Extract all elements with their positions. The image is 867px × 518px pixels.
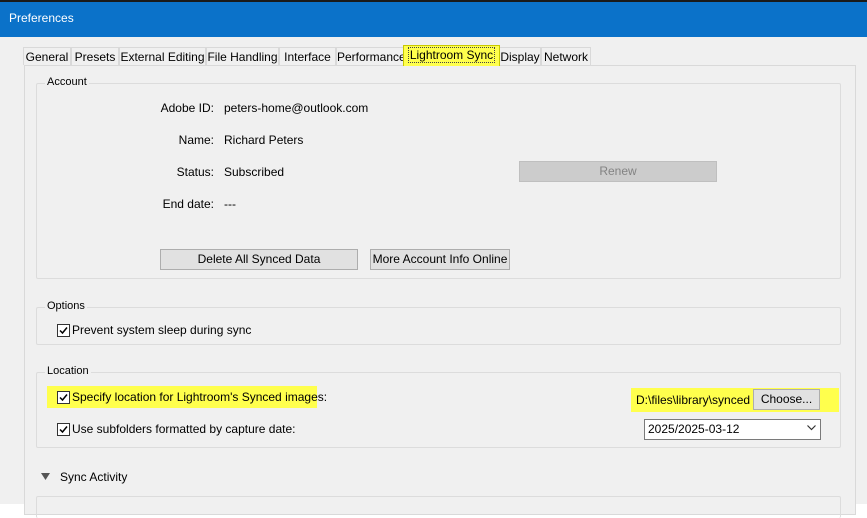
- checkmark-icon: [59, 426, 68, 434]
- name-label: Name:: [178, 133, 214, 147]
- lightroom-sync-panel: Account Adobe ID: peters-home@outlook.co…: [24, 65, 856, 518]
- end-date-label: End date:: [162, 197, 214, 211]
- checkmark-icon: [59, 394, 68, 402]
- sync-activity-group: [36, 496, 841, 518]
- tab-label: Display: [500, 50, 540, 64]
- tab-performance[interactable]: Performance: [336, 47, 406, 65]
- window-title: Preferences: [9, 11, 74, 25]
- adobe-id-label: Adobe ID:: [160, 101, 214, 115]
- location-group-label: Location: [45, 365, 91, 377]
- tab-interface[interactable]: Interface: [279, 47, 336, 65]
- tab-lightroom-sync[interactable]: Lightroom Sync: [403, 45, 500, 66]
- tab-label: Network: [543, 50, 588, 64]
- synced-path-value: D:\files\library\synced: [636, 393, 751, 407]
- adobe-id-value: peters-home@outlook.com: [224, 101, 369, 115]
- options-group-label: Options: [45, 300, 87, 312]
- use-subfolders-checkbox[interactable]: [57, 423, 70, 436]
- status-value: Subscribed: [224, 165, 285, 179]
- tab-network[interactable]: Network: [541, 47, 591, 65]
- tab-presets[interactable]: Presets: [71, 47, 119, 65]
- location-group: Location Specify location for Lightroom'…: [36, 365, 841, 448]
- date-format-value: 2025/2025-03-12: [648, 422, 740, 436]
- dialog-body: General Presets External Editing File Ha…: [0, 37, 867, 518]
- tab-general[interactable]: General: [23, 47, 71, 65]
- prevent-sleep-checkbox[interactable]: [57, 324, 70, 337]
- account-group-label: Account: [45, 76, 89, 88]
- tab-label: Lightroom Sync: [407, 47, 496, 63]
- checkmark-icon: [59, 327, 68, 335]
- name-value: Richard Peters: [224, 133, 304, 147]
- renew-button[interactable]: Renew: [519, 161, 717, 182]
- delete-all-synced-data-button[interactable]: Delete All Synced Data: [160, 249, 358, 270]
- specify-location-label: Specify location for Lightroom's Synced …: [72, 390, 328, 404]
- options-group: Options Prevent system sleep during sync: [36, 300, 841, 345]
- tab-label: Performance: [337, 50, 406, 64]
- end-date-value: ---: [224, 197, 236, 211]
- use-subfolders-label: Use subfolders formatted by capture date…: [72, 422, 296, 436]
- prevent-sleep-label: Prevent system sleep during sync: [72, 323, 252, 337]
- account-group: Account Adobe ID: peters-home@outlook.co…: [36, 76, 841, 279]
- sync-activity-label: Sync Activity: [60, 470, 128, 484]
- tab-label: General: [25, 50, 69, 64]
- tab-external-editing[interactable]: External Editing: [119, 47, 206, 65]
- disclosure-triangle-icon: [41, 473, 50, 480]
- tab-label: File Handling: [207, 50, 278, 64]
- date-format-dropdown[interactable]: 2025/2025-03-12: [644, 419, 821, 440]
- tab-display[interactable]: Display: [499, 47, 541, 65]
- title-bar: Preferences: [0, 0, 867, 37]
- specify-location-checkbox[interactable]: [57, 391, 70, 404]
- more-account-info-button[interactable]: More Account Info Online: [370, 249, 510, 270]
- title-bar-edge: [0, 0, 867, 2]
- choose-button[interactable]: Choose...: [753, 389, 820, 410]
- chevron-down-icon: [807, 425, 816, 431]
- tab-file-handling[interactable]: File Handling: [206, 47, 279, 65]
- tab-label: External Editing: [120, 50, 205, 64]
- tab-label: Interface: [284, 50, 331, 64]
- tab-label: Presets: [74, 50, 116, 64]
- status-label: Status:: [176, 165, 214, 179]
